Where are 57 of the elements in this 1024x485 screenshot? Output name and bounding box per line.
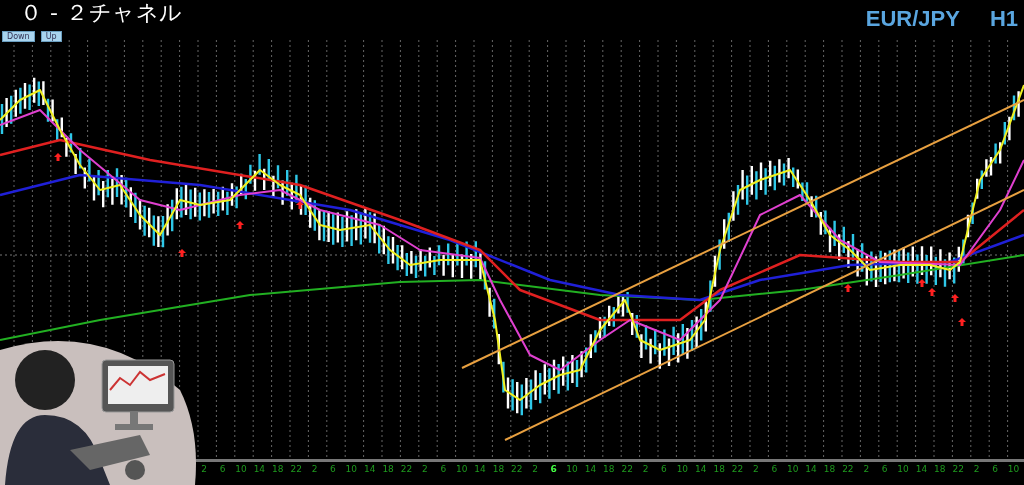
time-axis-label: 2 (421, 463, 429, 476)
time-axis-label: 6 (991, 463, 999, 476)
chart-button[interactable]: Down (2, 31, 35, 42)
up-arrow-icon (236, 221, 244, 229)
time-axis-label: 14 (363, 463, 377, 476)
time-axis-label: 18 (491, 463, 506, 476)
time-axis-label: 6 (660, 463, 668, 476)
time-axis-label: 10 (344, 463, 359, 476)
time-axis-label: 10 (896, 463, 910, 476)
time-axis-label: 2 (310, 463, 319, 476)
up-arrow-icon (178, 249, 186, 257)
time-axis-label: 22 (510, 463, 524, 476)
up-arrow-icon (958, 318, 966, 326)
time-axis-label: 6 (439, 463, 448, 476)
time-axis-label: 14 (804, 463, 818, 476)
time-axis-label: 2 (531, 463, 540, 476)
up-arrow-icon (844, 284, 852, 292)
time-axis-label: 10 (565, 463, 579, 476)
chart-button[interactable]: Up (40, 31, 62, 42)
time-axis-label: 22 (620, 463, 634, 476)
time-axis-label: 22 (399, 463, 414, 476)
time-axis-label: 14 (252, 463, 267, 476)
time-axis-label: 10 (1006, 463, 1021, 476)
up-arrow-icon (54, 153, 62, 161)
time-axis-label: 22 (730, 463, 745, 476)
time-axis-label: 22 (951, 463, 965, 476)
time-axis-label: 18 (271, 463, 285, 476)
time-axis-label: 18 (602, 463, 616, 476)
time-axis-label: 10 (234, 463, 248, 476)
time-axis-label: 10 (675, 463, 690, 476)
timeframe-label: H1 (989, 5, 1018, 33)
time-axis-label: 18 (381, 463, 395, 476)
symbol-label: EUR/JPY (865, 5, 960, 33)
time-axis-label: 2 (972, 463, 981, 476)
time-axis-label: 10 (785, 463, 800, 476)
video-title: ０ - ２チャネル (20, 0, 183, 27)
time-axis-label: 22 (289, 463, 303, 476)
time-axis-label: 18 (933, 463, 947, 476)
up-arrow-icon (296, 201, 304, 209)
time-axis-label: 6 (218, 463, 227, 476)
time-axis-label: 6 (880, 463, 889, 476)
time-axis-label: 22 (841, 463, 855, 476)
time-axis-label: 2 (752, 463, 760, 476)
time-axis-label: 6 (329, 463, 337, 476)
time-axis-label: 14 (914, 463, 929, 476)
time-axis-label: 6 (770, 463, 779, 476)
time-axis-label: 14 (583, 463, 598, 476)
time-axis-label: 2 (641, 463, 650, 476)
time-axis-label: 18 (822, 463, 837, 476)
time-axis-label: 14 (694, 463, 708, 476)
time-axis-label: 18 (712, 463, 726, 476)
up-arrow-icon (951, 294, 959, 302)
time-axis-label: 2 (862, 463, 871, 476)
time-axis-label: 10 (454, 463, 469, 476)
time-axis-label: 6 (549, 463, 558, 476)
time-axis-label: 2 (200, 463, 209, 476)
time-axis-label: 14 (473, 463, 487, 476)
